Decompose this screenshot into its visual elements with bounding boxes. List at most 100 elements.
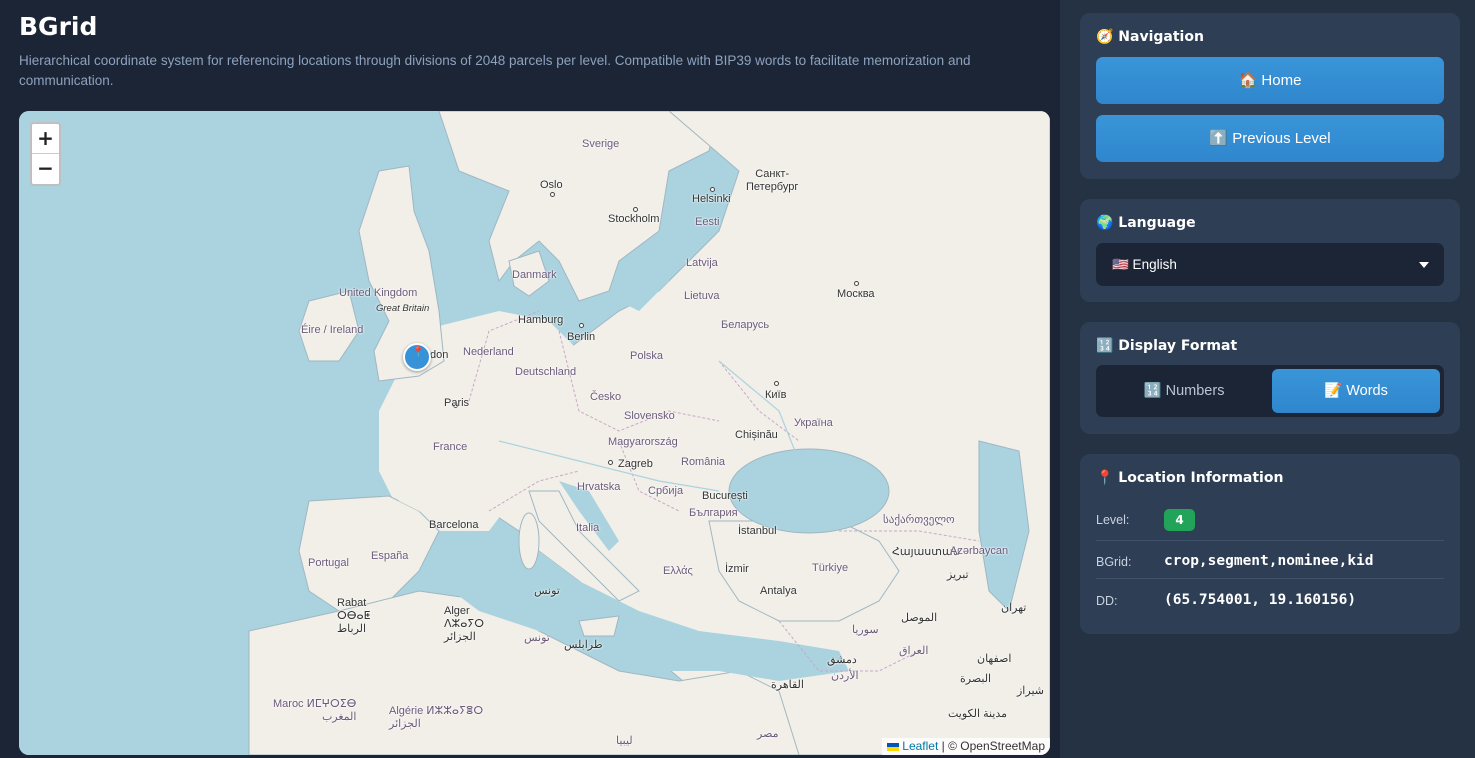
city-dot — [774, 381, 779, 386]
map-label-slovensko: Slovensko — [624, 410, 675, 422]
display-format-title: 🔢 Display Format — [1096, 338, 1238, 354]
numbers-format-button[interactable]: 🔢 Numbers — [1100, 369, 1268, 413]
map-label-tunis: تونس — [534, 585, 560, 597]
navigation-card: 🧭 Navigation 🏠 Home ⬆️ Previous Level — [1080, 13, 1460, 179]
map-label-ellas: Ελλάς — [663, 565, 693, 577]
map-label-eesti: Eesti — [695, 216, 720, 228]
attribution-text: | © OpenStreetMap — [938, 739, 1045, 753]
map-label-lietuva: Lietuva — [684, 290, 720, 302]
map-label-berlin: Berlin — [567, 331, 596, 343]
language-selected-value: 🇺🇸 English — [1112, 257, 1177, 272]
map-label-turkiye: Türkiye — [812, 562, 849, 574]
map-label-alger: Alger ⴷⵣⴰⵢⵔ الجزائر — [444, 605, 485, 643]
divider — [1096, 578, 1444, 579]
map-label-danmark: Danmark — [512, 269, 557, 281]
map-label-basra: البصرة — [960, 673, 992, 685]
map-label-izmir: İzmir — [725, 563, 749, 575]
ukraine-flag-icon — [887, 742, 900, 751]
map-label-azerbaycan: Azərbaycan — [950, 545, 1009, 557]
map-label-cairo: القاهرة — [771, 679, 804, 691]
map-label-jordan: الأردن — [831, 670, 859, 682]
map-label-uk: United Kingdom — [339, 287, 418, 299]
home-button[interactable]: 🏠 Home — [1096, 57, 1444, 104]
language-select[interactable]: 🇺🇸 English — [1096, 243, 1444, 286]
map-label-nederland: Nederland — [463, 346, 514, 358]
map-tiles — [19, 111, 1050, 755]
zoom-control: + − — [30, 122, 61, 186]
city-dot — [633, 207, 638, 212]
map-label-syria: سوريا — [852, 624, 879, 636]
map-label-paris: Paris — [444, 397, 470, 409]
main-panel: BGrid Hierarchical coordinate system for… — [0, 0, 1060, 758]
map-label-eire: Éire / Ireland — [301, 324, 364, 336]
map-label-hrvatska: Hrvatska — [577, 481, 621, 493]
map-label-polska: Polska — [630, 350, 664, 362]
display-format-card: 🔢 Display Format 🔢 Numbers 📝 Words — [1080, 322, 1460, 434]
map-label-shiraz: شیراز — [1017, 685, 1044, 697]
map-label-magyar: Magyarország — [608, 436, 678, 448]
page-description: Hierarchical coordinate system for refer… — [19, 53, 971, 88]
divider — [1096, 540, 1444, 541]
map-label-barcelona: Barcelona — [429, 519, 479, 531]
map-label-zagreb: Zagreb — [618, 458, 653, 470]
dd-label: DD: — [1096, 594, 1118, 608]
map-label-kyiv: Київ — [765, 389, 787, 401]
zoom-out-button[interactable]: − — [32, 154, 59, 184]
map-label-rabat: Rabat ⵔⴱⴰⵟ الرباط — [337, 597, 371, 635]
map-label-italia: Italia — [576, 522, 600, 534]
map-label-tripoli: طرابلس — [564, 639, 603, 651]
map-label-iraq: العراق — [899, 645, 929, 657]
display-format-toggle: 🔢 Numbers 📝 Words — [1096, 365, 1444, 417]
map-label-sverige: Sverige — [582, 138, 620, 150]
navigation-title: 🧭 Navigation — [1096, 29, 1204, 45]
map-label-tunis2: تونس — [524, 632, 550, 644]
map-label-georgia: საქართველო — [883, 514, 955, 526]
city-dot — [854, 281, 859, 286]
map-label-espana: España — [371, 550, 409, 562]
map-label-isfahan: اصفهان — [977, 653, 1012, 665]
bgrid-value: crop,segment,nominee,kid — [1164, 553, 1374, 569]
map-label-bucuresti: București — [702, 490, 748, 502]
map-attribution: Leaflet | © OpenStreetMap — [882, 738, 1050, 755]
map-label-oslo: Oslo — [540, 179, 563, 191]
map-label-srbija: Србија — [648, 485, 684, 497]
map-label-libya: ليبيا — [616, 735, 633, 747]
level-label: Level: — [1096, 513, 1130, 527]
map-label-kuwait: مدينة الكويت — [948, 708, 1008, 720]
location-info-card: 📍 Location Information Level: 4 BGrid: c… — [1080, 454, 1460, 634]
map-label-chisinau: Chișinău — [735, 429, 778, 441]
language-card: 🌍 Language 🇺🇸 English — [1080, 199, 1460, 302]
map-label-london: don — [430, 349, 449, 361]
map-label-bulgaria: България — [689, 507, 738, 519]
map-label-france: France — [433, 441, 468, 453]
map-label-antalya: Antalya — [760, 585, 797, 597]
map-label-spb: Санкт- Петербург — [746, 168, 799, 193]
city-dot — [550, 192, 555, 197]
language-title: 🌍 Language — [1096, 215, 1196, 231]
map-label-mosul: الموصل — [901, 612, 938, 624]
map-label-portugal: Portugal — [308, 557, 349, 569]
map-label-tabriz: تبریز — [947, 569, 969, 581]
city-dot — [710, 187, 715, 192]
map-label-maroc: Maroc ⵍⵎⵖⵔⵉⴱ المغرب — [273, 698, 357, 723]
map-label-algerie: Algérie ⵍⵣⵣⴰⵢⴻⵔ الجزائر — [389, 705, 484, 730]
map-label-deutschland: Deutschland — [515, 366, 577, 378]
map-label-helsinki: Helsinki — [692, 193, 731, 205]
map-label-stockholm: Stockholm — [608, 213, 660, 225]
map-label-ukraina: Україна — [794, 417, 833, 429]
city-dot — [579, 323, 584, 328]
location-marker[interactable]: 📍 — [403, 343, 431, 371]
map-label-gb: Great Britain — [376, 303, 430, 314]
page-title: BGrid — [19, 12, 98, 41]
leaflet-link[interactable]: Leaflet — [902, 739, 938, 753]
previous-level-button[interactable]: ⬆️ Previous Level — [1096, 115, 1444, 162]
dd-value: (65.754001, 19.160156) — [1164, 592, 1357, 608]
words-format-button[interactable]: 📝 Words — [1272, 369, 1440, 413]
map-view[interactable]: Sverige Oslo Stockholm Helsinki Санкт- П… — [19, 111, 1050, 755]
map-label-romania: România — [681, 456, 726, 468]
level-badge: 4 — [1164, 509, 1195, 531]
map-label-latvija: Latvija — [686, 257, 718, 269]
chevron-down-icon — [1419, 262, 1429, 268]
zoom-in-button[interactable]: + — [32, 124, 59, 154]
map-label-tehran: تهران — [1001, 602, 1027, 614]
